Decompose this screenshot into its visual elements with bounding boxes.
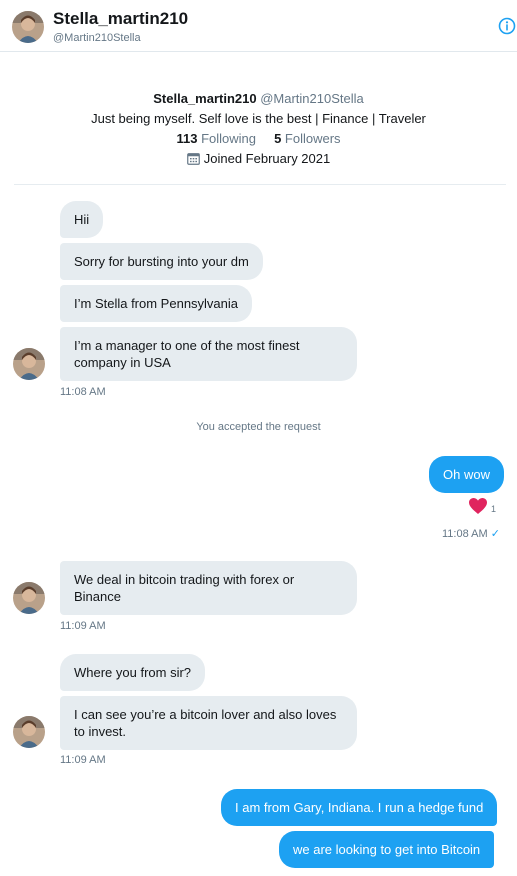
profile-summary: Stella_martin210 @Martin210Stella Just b… [0,89,517,169]
incoming-message[interactable]: I’m Stella from Pennsylvania [60,285,253,322]
following-link[interactable]: 113 Following [176,131,259,146]
joined-date: Joined February 2021 [203,151,331,166]
following-count: 113 [176,131,198,146]
profile-stats: 113 Following 5 Followers [0,129,517,149]
seen-check-icon: ✓ [490,528,500,540]
incoming-message[interactable]: Where you from sir? [60,654,206,691]
followers-count: 5 [274,131,282,146]
avatar[interactable] [13,348,45,380]
outgoing-message[interactable]: we are looking to get into Bitcoin [279,831,495,868]
avatar[interactable] [13,582,45,614]
incoming-message[interactable]: Hii [60,201,104,238]
request-accepted-note: You accepted the request [196,421,321,433]
message-timestamp: 11:08 AM ✓ [442,527,500,540]
followers-link[interactable]: 5 Followers [274,131,340,146]
avatar[interactable] [13,716,45,748]
message-timestamp: 11:09 AM [60,620,106,632]
followers-label: Followers [284,131,341,146]
profile-display-name[interactable]: Stella_martin210 [153,91,256,106]
message-timestamp: 11:08 AM [60,386,106,398]
heart-icon[interactable] [468,497,488,520]
outgoing-message[interactable]: I am from Gary, Indiana. I run a hedge f… [221,789,498,826]
avatar[interactable] [12,11,44,43]
incoming-message[interactable]: Sorry for bursting into your dm [60,243,263,280]
dm-conversation-page: Stella_martin210 @Martin210Stella Stella… [0,0,517,876]
message-timestamp-text: 11:08 AM [442,528,488,540]
conversation-header: Stella_martin210 @Martin210Stella [0,0,517,52]
incoming-message[interactable]: We deal in bitcoin trading with forex or… [60,561,357,615]
profile-name-line[interactable]: Stella_martin210 @Martin210Stella [0,89,517,109]
calendar-icon [186,151,200,171]
outgoing-message[interactable]: Oh wow [429,456,504,493]
following-label: Following [201,131,256,146]
header-handle: @Martin210Stella [53,32,141,44]
info-icon[interactable] [498,17,516,40]
reaction-count: 1 [491,504,497,514]
divider [14,184,506,185]
incoming-message[interactable]: I can see you’re a bitcoin lover and als… [60,696,357,750]
profile-bio: Just being myself. Self love is the best… [91,111,426,126]
profile-handle[interactable]: @Martin210Stella [260,91,364,106]
profile-joined: Joined February 2021 [0,149,517,169]
message-timestamp: 11:09 AM [60,754,106,766]
header-display-name[interactable]: Stella_martin210 [53,9,188,29]
incoming-message[interactable]: I’m a manager to one of the most finest … [60,327,357,381]
